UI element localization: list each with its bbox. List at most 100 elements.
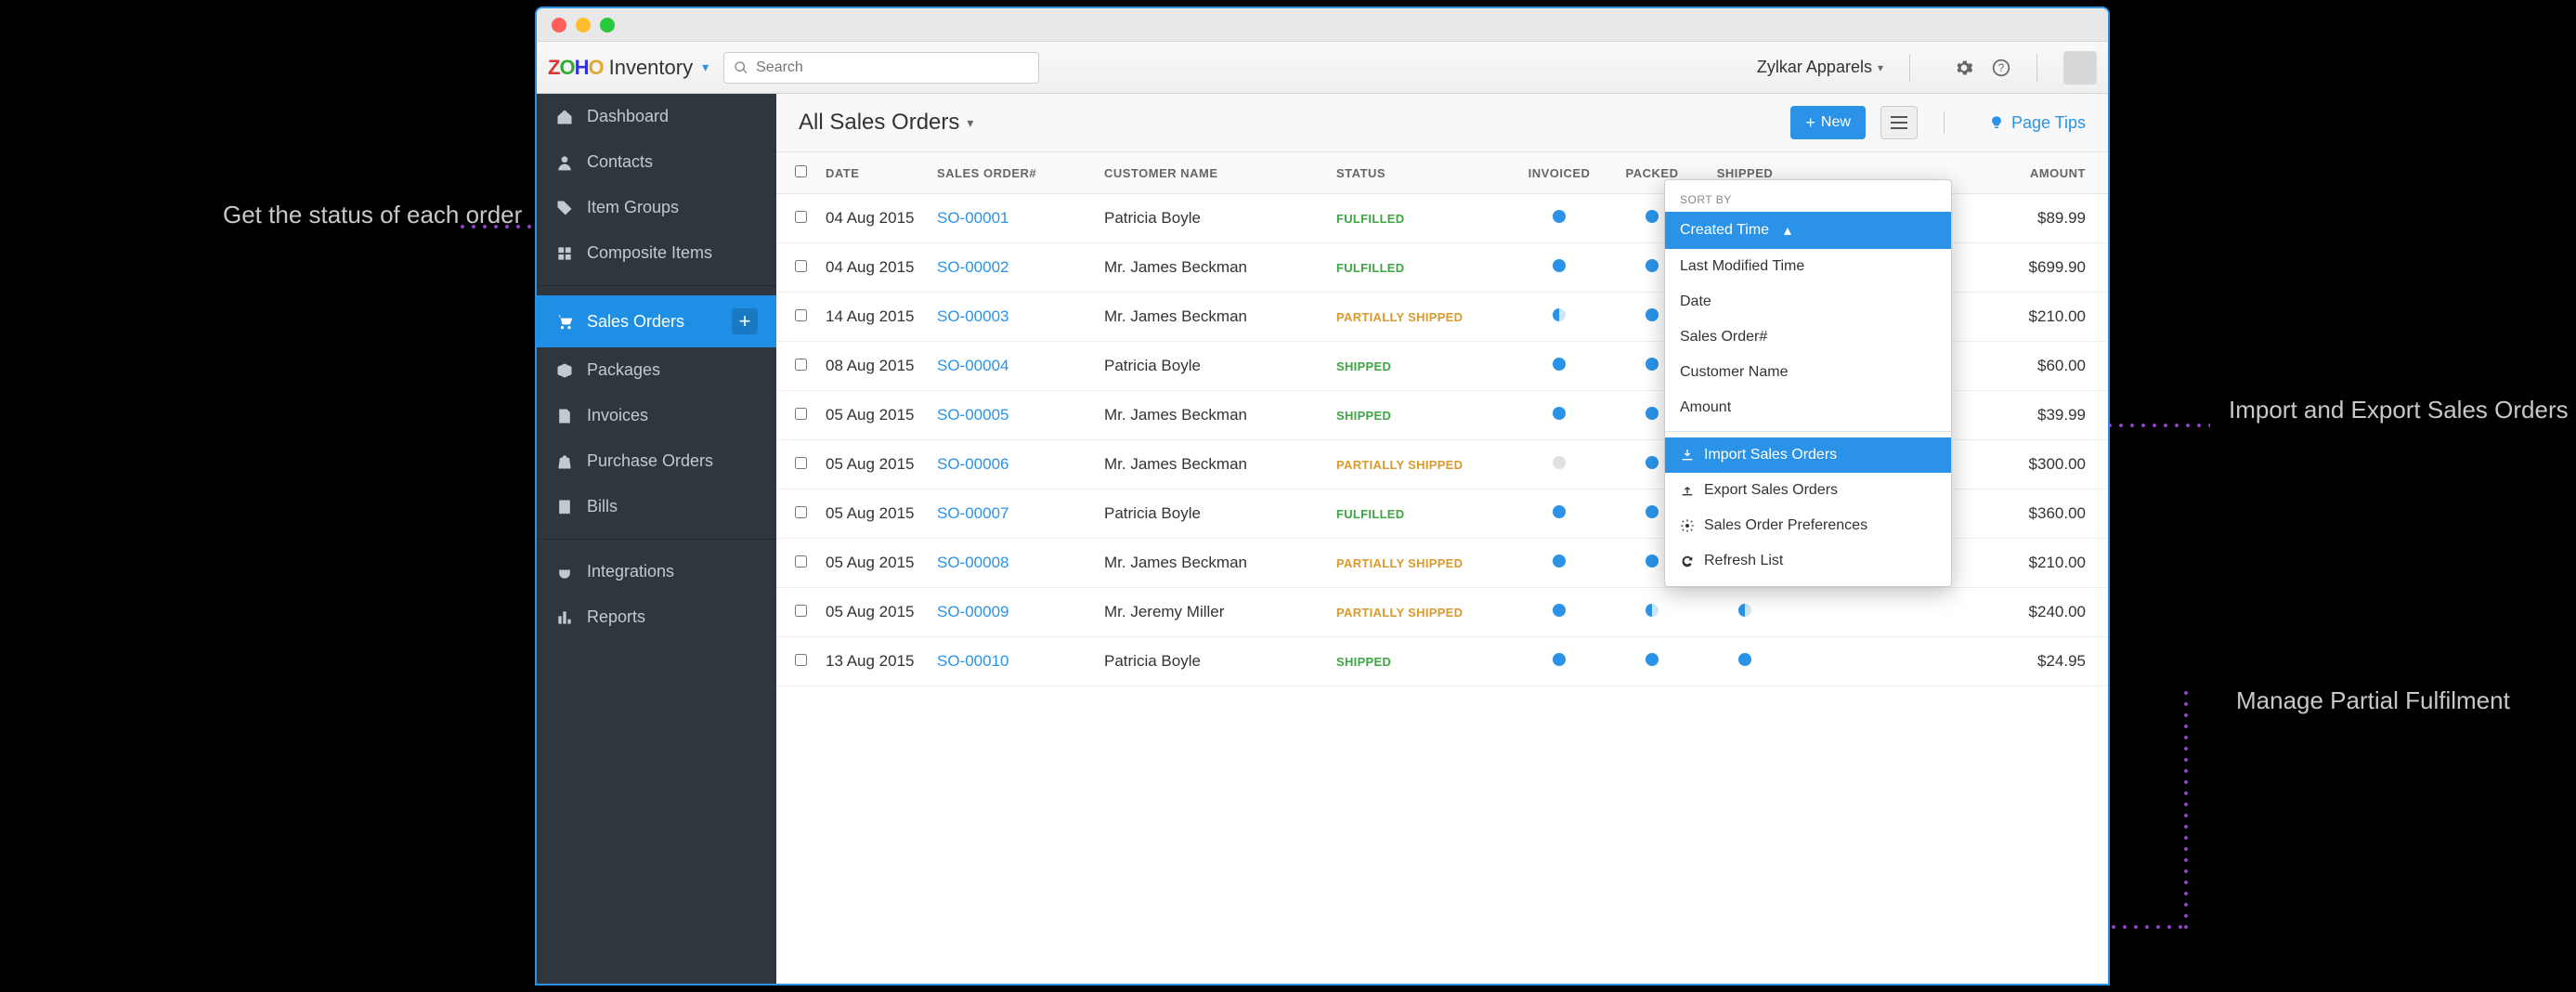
packed-icon xyxy=(1646,653,1659,666)
table-row[interactable]: 05 Aug 2015SO-00009Mr. Jeremy MillerPART… xyxy=(776,588,2108,637)
status-badge: FULFILLED xyxy=(1336,261,1404,275)
search-field[interactable] xyxy=(723,52,1039,84)
sidebar-item-composite-items[interactable]: Composite Items xyxy=(537,230,776,276)
sidebar-item-integrations[interactable]: Integrations xyxy=(537,549,776,594)
page-title[interactable]: All Sales Orders ▾ xyxy=(799,110,973,136)
cell-customer: Mr. James Beckman xyxy=(1095,293,1327,342)
avatar[interactable] xyxy=(2063,51,2097,85)
tag-icon xyxy=(555,199,574,217)
sales-order-preferences[interactable]: Sales Order Preferences xyxy=(1665,508,1951,543)
sales-order-link[interactable]: SO-00004 xyxy=(937,357,1009,374)
invoiced-icon xyxy=(1553,653,1566,666)
packed-icon xyxy=(1646,210,1659,223)
brand[interactable]: ZOHO Inventory ▾ xyxy=(548,56,709,80)
packed-icon xyxy=(1646,505,1659,518)
row-checkbox[interactable] xyxy=(795,408,807,420)
packed-icon xyxy=(1646,555,1659,568)
row-checkbox[interactable] xyxy=(795,605,807,617)
row-checkbox[interactable] xyxy=(795,359,807,371)
cell-date: 08 Aug 2015 xyxy=(816,342,928,391)
sidebar-item-contacts[interactable]: Contacts xyxy=(537,139,776,185)
sidebar-item-sales-orders[interactable]: Sales Orders+ xyxy=(537,295,776,347)
sort-so-number[interactable]: Sales Order# xyxy=(1665,320,1951,355)
status-badge: FULFILLED xyxy=(1336,507,1404,521)
sidebar-item-bills[interactable]: Bills xyxy=(537,484,776,529)
new-button[interactable]: +New xyxy=(1790,106,1866,139)
sidebar-item-reports[interactable]: Reports xyxy=(537,594,776,640)
sidebar-item-invoices[interactable]: Invoices xyxy=(537,393,776,438)
status-badge: SHIPPED xyxy=(1336,655,1391,669)
sales-order-link[interactable]: SO-00008 xyxy=(937,554,1009,571)
shipped-icon xyxy=(1738,604,1751,617)
cubes-icon xyxy=(555,244,574,263)
sort-date[interactable]: Date xyxy=(1665,284,1951,320)
export-sales-orders[interactable]: Export Sales Orders xyxy=(1665,473,1951,508)
caret-down-icon: ▾ xyxy=(1878,61,1883,74)
row-checkbox[interactable] xyxy=(795,555,807,568)
row-checkbox[interactable] xyxy=(795,654,807,666)
row-checkbox[interactable] xyxy=(795,211,807,223)
import-sales-orders[interactable]: Import Sales Orders xyxy=(1665,437,1951,473)
file-icon xyxy=(555,407,574,425)
row-checkbox[interactable] xyxy=(795,309,807,321)
invoiced-icon xyxy=(1553,259,1566,272)
sidebar-item-packages[interactable]: Packages xyxy=(537,347,776,393)
sort-last-modified[interactable]: Last Modified Time xyxy=(1665,249,1951,284)
sidebar-item-item-groups[interactable]: Item Groups xyxy=(537,185,776,230)
cell-customer: Mr. James Beckman xyxy=(1095,440,1327,489)
window-zoom-icon[interactable] xyxy=(600,18,615,33)
gear-icon[interactable] xyxy=(1955,59,1973,77)
col-invoiced[interactable]: INVOICED xyxy=(1513,152,1606,194)
col-customer[interactable]: CUSTOMER NAME xyxy=(1095,152,1327,194)
row-checkbox[interactable] xyxy=(795,506,807,518)
add-sales-order-button[interactable]: + xyxy=(732,308,758,334)
col-status[interactable]: STATUS xyxy=(1327,152,1513,194)
row-checkbox[interactable] xyxy=(795,260,807,272)
cell-amount: $24.95 xyxy=(1791,637,2108,686)
chart-icon xyxy=(555,608,574,627)
help-icon[interactable]: ? xyxy=(1992,59,2010,77)
cell-customer: Patricia Boyle xyxy=(1095,489,1327,539)
annotation-right-bottom: Manage Partial Fulfilment xyxy=(2236,685,2510,717)
bag-icon xyxy=(555,452,574,471)
list-menu-button[interactable] xyxy=(1880,106,1918,139)
sidebar-item-purchase-orders[interactable]: Purchase Orders xyxy=(537,438,776,484)
sort-by-label: SORT BY xyxy=(1665,188,1951,212)
refresh-icon xyxy=(1680,554,1695,568)
gear-icon xyxy=(1680,518,1695,533)
sales-order-link[interactable]: SO-00007 xyxy=(937,504,1009,522)
brand-product: Inventory xyxy=(609,56,694,80)
sales-order-link[interactable]: SO-00006 xyxy=(937,455,1009,473)
search-input[interactable] xyxy=(756,59,1029,76)
window-close-icon[interactable] xyxy=(552,18,566,33)
sales-order-link[interactable]: SO-00009 xyxy=(937,603,1009,620)
sales-order-link[interactable]: SO-00010 xyxy=(937,652,1009,670)
sales-order-link[interactable]: SO-00002 xyxy=(937,258,1009,276)
refresh-list[interactable]: Refresh List xyxy=(1665,543,1951,579)
main: All Sales Orders ▾ +New Page Tips xyxy=(776,94,2108,984)
row-checkbox[interactable] xyxy=(795,457,807,469)
col-date[interactable]: DATE xyxy=(816,152,928,194)
sort-created-time[interactable]: Created Time▴ xyxy=(1665,212,1951,249)
sales-order-link[interactable]: SO-00005 xyxy=(937,406,1009,424)
sidebar-item-dashboard[interactable]: Dashboard xyxy=(537,94,776,139)
cell-date: 13 Aug 2015 xyxy=(816,637,928,686)
packed-icon xyxy=(1646,259,1659,272)
cart-icon xyxy=(555,312,574,331)
page-tips-link[interactable]: Page Tips xyxy=(1989,113,2086,133)
col-so[interactable]: SALES ORDER# xyxy=(928,152,1095,194)
org-switcher[interactable]: Zylkar Apparels ▾ xyxy=(1757,58,1883,77)
sales-order-link[interactable]: SO-00003 xyxy=(937,307,1009,325)
sort-customer-name[interactable]: Customer Name xyxy=(1665,355,1951,390)
bulb-icon xyxy=(1989,115,2004,130)
status-badge: SHIPPED xyxy=(1336,359,1391,373)
select-all-checkbox[interactable] xyxy=(795,165,807,177)
cell-amount: $240.00 xyxy=(1791,588,2108,637)
table-row[interactable]: 13 Aug 2015SO-00010Patricia BoyleSHIPPED… xyxy=(776,637,2108,686)
cell-date: 05 Aug 2015 xyxy=(816,539,928,588)
sales-order-link[interactable]: SO-00001 xyxy=(937,209,1009,227)
sort-amount[interactable]: Amount xyxy=(1665,390,1951,425)
window-minimize-icon[interactable] xyxy=(576,18,591,33)
cell-date: 14 Aug 2015 xyxy=(816,293,928,342)
cell-customer: Patricia Boyle xyxy=(1095,194,1327,243)
